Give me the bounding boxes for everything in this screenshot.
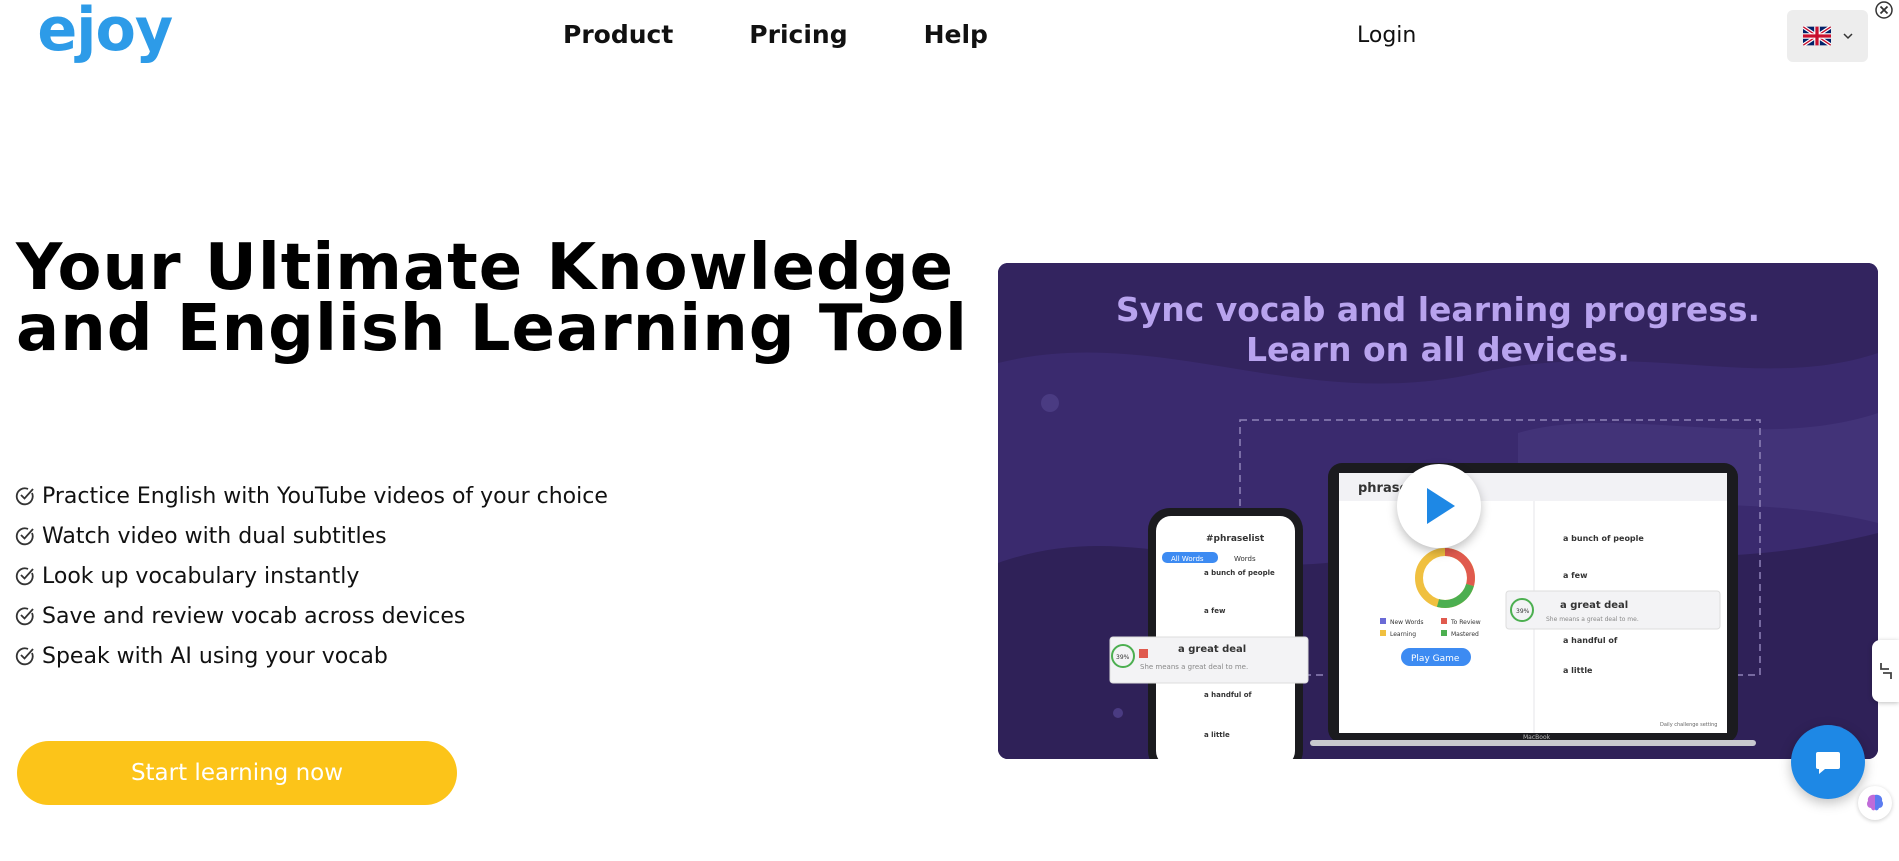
brain-icon: [1867, 794, 1883, 811]
chat-bubble-icon: [1816, 752, 1840, 774]
feature-list: Practice English with YouTube videos of …: [14, 476, 608, 676]
hero-title-line-2: and English Learning Tool: [16, 292, 968, 366]
phone-item: a bunch of people: [1204, 569, 1275, 577]
laptop-footer-note: Daily challenge setting: [1660, 722, 1717, 728]
close-icon[interactable]: [1874, 0, 1894, 20]
legend-mastered: Mastered: [1451, 631, 1479, 638]
feature-text: Save and review vocab across devices: [42, 603, 466, 629]
laptop-card-example: She means a great deal to me.: [1546, 616, 1639, 623]
login-link[interactable]: Login: [1357, 23, 1416, 48]
legend-to-review: To Review: [1450, 619, 1481, 626]
video-headline-line-2: Learn on all devices.: [1246, 330, 1630, 369]
phone-card-percent: 39%: [1116, 654, 1130, 661]
phone-item: a few: [1204, 607, 1226, 615]
play-icon: [1427, 488, 1455, 524]
check-circle-icon: [15, 607, 34, 626]
phone-title: #phraselist: [1206, 534, 1265, 544]
side-panel-tab[interactable]: [1872, 640, 1899, 702]
check-circle-icon: [15, 567, 34, 586]
phone-card-example: She means a great deal to me.: [1140, 663, 1248, 671]
phone-tab-words: Words: [1234, 555, 1256, 563]
nav-product[interactable]: Product: [563, 20, 673, 49]
legend-new-words: New Words: [1390, 619, 1424, 626]
laptop-item: a handful of: [1563, 636, 1618, 645]
main-nav: Product Pricing Help: [563, 20, 1064, 49]
phone-tab-all-words: All Words: [1171, 555, 1204, 563]
nav-pricing[interactable]: Pricing: [749, 20, 847, 49]
phone-item: a little: [1204, 731, 1230, 739]
phone-item: a handful of: [1204, 691, 1253, 699]
promo-video[interactable]: phraseli Play Game New Words Learning To…: [998, 263, 1878, 759]
hero-title-line-1: Your Ultimate Knowledge: [16, 231, 955, 305]
feature-text: Watch video with dual subtitles: [42, 523, 387, 549]
video-headline-line-1: Sync vocab and learning progress.: [1115, 290, 1761, 329]
feature-item: Save and review vocab across devices: [14, 596, 608, 636]
feature-item: Watch video with dual subtitles: [14, 516, 608, 556]
chat-button[interactable]: [1791, 725, 1865, 799]
start-learning-button[interactable]: Start learning now: [17, 741, 457, 805]
feature-text: Speak with AI using your vocab: [42, 643, 388, 669]
play-button[interactable]: [1397, 464, 1481, 548]
hero-title: Your Ultimate Knowledge and English Lear…: [16, 231, 968, 366]
uk-flag-icon: [1802, 26, 1831, 46]
laptop-item: a bunch of people: [1563, 534, 1644, 543]
chevron-down-icon: [1842, 33, 1853, 40]
laptop-item: a little: [1563, 666, 1593, 675]
check-circle-icon: [15, 527, 34, 546]
ai-assistant-button[interactable]: [1858, 786, 1892, 820]
language-selector[interactable]: [1787, 10, 1868, 62]
legend-learning: Learning: [1390, 631, 1416, 638]
play-game-button: Play Game: [1411, 654, 1460, 664]
laptop-item: a few: [1563, 571, 1588, 580]
laptop-brand: MacBook: [1523, 734, 1551, 741]
check-circle-icon: [15, 647, 34, 666]
feature-text: Look up vocabulary instantly: [42, 563, 360, 589]
ejoy-logo[interactable]: ejoy: [37, 0, 173, 60]
feature-item: Look up vocabulary instantly: [14, 556, 608, 596]
phone-card-phrase: a great deal: [1178, 644, 1246, 655]
feature-text: Practice English with YouTube videos of …: [42, 483, 608, 509]
feature-item: Speak with AI using your vocab: [14, 636, 608, 676]
laptop-card-phrase: a great deal: [1560, 600, 1628, 611]
laptop-card-percent: 39%: [1516, 608, 1530, 615]
check-circle-icon: [15, 487, 34, 506]
feature-item: Practice English with YouTube videos of …: [14, 476, 608, 516]
nav-help[interactable]: Help: [924, 20, 988, 49]
collapse-icon: [1879, 663, 1892, 679]
